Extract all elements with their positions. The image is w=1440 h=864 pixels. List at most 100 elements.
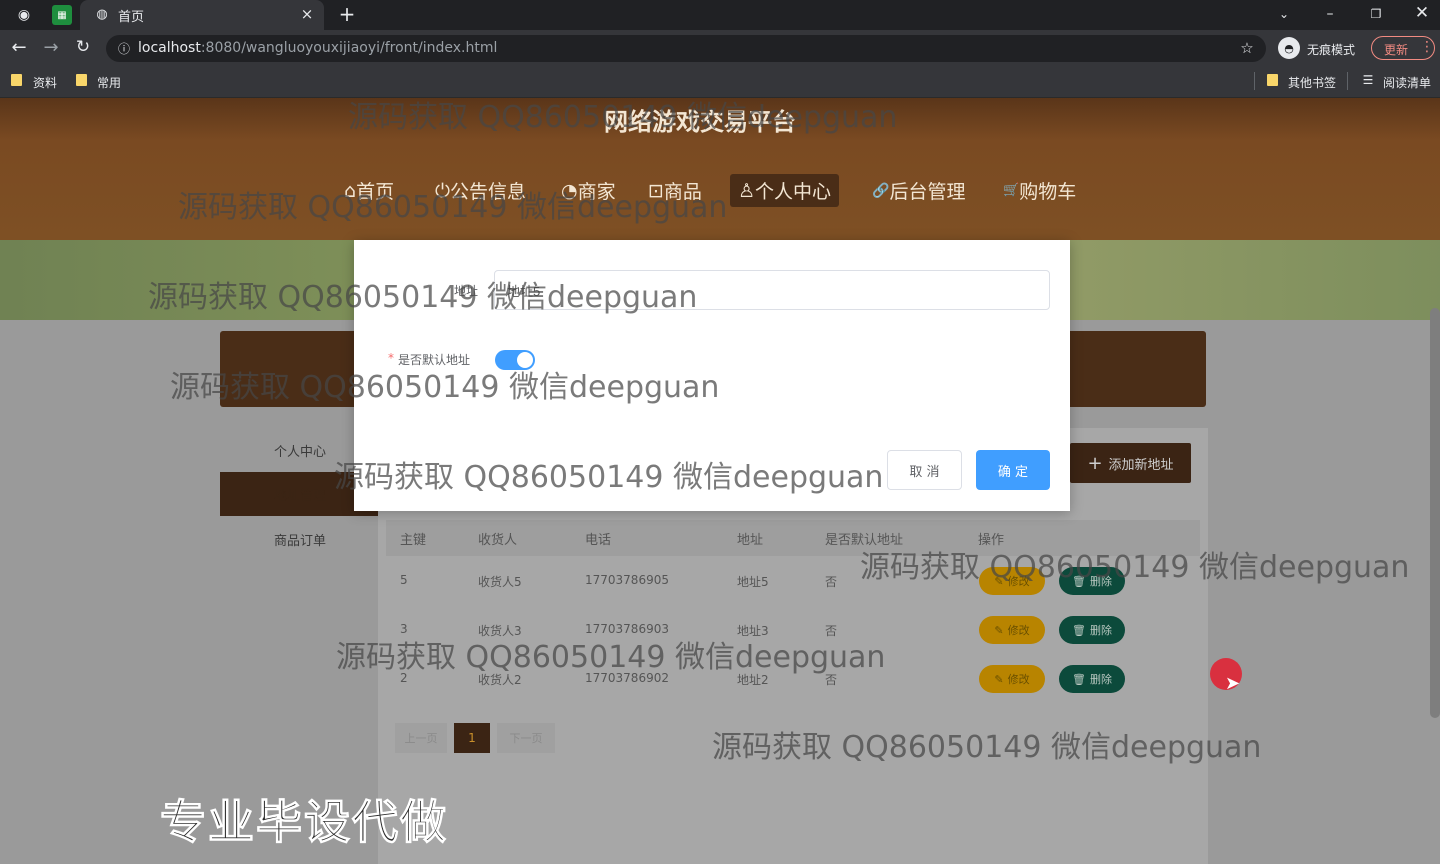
switch-knob bbox=[517, 352, 533, 368]
page-scrollbar[interactable] bbox=[1430, 308, 1440, 718]
default-field-label: 是否默认地址 bbox=[398, 353, 471, 367]
pencil-icon: ✎ bbox=[994, 574, 1004, 588]
cart-icon: 🛒 bbox=[1003, 183, 1020, 198]
restore-icon[interactable]: ❐ bbox=[1366, 4, 1386, 24]
plus-icon: + bbox=[1087, 452, 1103, 474]
sidebar-item-orders[interactable]: 商品订单 bbox=[220, 517, 380, 561]
address-dialog: 地址 * 是否默认地址 取 消 确 定 bbox=[354, 240, 1070, 511]
minimize-icon[interactable]: – bbox=[1320, 4, 1340, 24]
column-actions: 操作 bbox=[978, 533, 1005, 548]
edit-button[interactable]: ✎ 修改 bbox=[979, 616, 1045, 644]
nav-cart[interactable]: 🛒 购物车 bbox=[995, 174, 1084, 207]
user-icon: ♙ bbox=[738, 179, 756, 202]
cell-id: 2 bbox=[400, 671, 408, 685]
new-tab-icon[interactable]: + bbox=[336, 2, 358, 26]
update-button[interactable]: 更新 ⋮ bbox=[1371, 36, 1435, 60]
nav-label: 商家 bbox=[577, 181, 616, 203]
forward-icon[interactable]: → bbox=[40, 36, 62, 58]
cell-name: 收货人2 bbox=[478, 673, 522, 687]
nav-merchants[interactable]: ◔ 商家 bbox=[553, 174, 624, 207]
trash-icon: 🗑 bbox=[1072, 574, 1086, 588]
promo-caption: 专业毕设代做 bbox=[160, 795, 448, 850]
app-tab-icon[interactable]: ▦ bbox=[52, 5, 72, 25]
cell-name: 收货人5 bbox=[478, 575, 522, 589]
nav-admin[interactable]: 🔗 后台管理 bbox=[864, 174, 973, 207]
address-input[interactable] bbox=[494, 270, 1050, 310]
cell-phone: 17703786902 bbox=[585, 671, 669, 685]
delete-button[interactable]: 🗑 删除 bbox=[1059, 567, 1125, 595]
required-mark: * bbox=[388, 351, 394, 365]
divider bbox=[1347, 72, 1348, 90]
add-address-button[interactable]: + 添加新地址 bbox=[1070, 443, 1191, 483]
nav-profile[interactable]: ♙ 个人中心 bbox=[730, 174, 840, 207]
divider bbox=[1254, 72, 1255, 90]
column-id: 主键 bbox=[400, 533, 427, 548]
folder-icon bbox=[11, 74, 22, 86]
globe-icon: ◍ bbox=[96, 6, 108, 22]
reload-icon[interactable]: ↻ bbox=[72, 36, 94, 58]
trash-icon: 🗑 bbox=[1072, 672, 1086, 686]
nav-home[interactable]: ⌂ 首页 bbox=[336, 174, 402, 207]
bookmark-item-1[interactable]: 常用 bbox=[97, 74, 121, 91]
nav-notices[interactable]: ⏻ 公告信息 bbox=[427, 174, 534, 207]
pencil-icon: ✎ bbox=[994, 623, 1004, 637]
browser-menu-icon[interactable]: ◉ bbox=[14, 5, 34, 25]
column-phone: 电话 bbox=[585, 533, 612, 548]
reading-list-icon: ☰ bbox=[1362, 73, 1374, 87]
cell-phone: 17703786903 bbox=[585, 622, 669, 636]
url-path: :8080/wangluoyouxijiaoyi/front/index.htm… bbox=[200, 40, 498, 56]
delete-label: 删除 bbox=[1089, 624, 1112, 637]
browser-tab-bar: ◉ ▦ ◍ 首页 × + ⌄ – ❐ ✕ bbox=[0, 0, 1440, 30]
edit-label: 修改 bbox=[1007, 575, 1030, 588]
cell-address: 地址5 bbox=[737, 575, 769, 589]
page-viewport: 网络游戏交易平台 ⌂ 首页 ⏻ 公告信息 ◔ 商家 ⊡ 商品 ♙ 个人中心 🔗 后台管理 🛒… bbox=[0, 98, 1440, 864]
site-title: 网络游戏交易平台 bbox=[604, 108, 796, 136]
tab-title: 首页 bbox=[118, 10, 145, 25]
delete-button[interactable]: 🗑 删除 bbox=[1059, 616, 1125, 644]
cell-default: 否 bbox=[825, 575, 838, 589]
address-field-label: 地址 bbox=[454, 284, 479, 298]
bookmark-item-0[interactable]: 资料 bbox=[33, 74, 57, 91]
update-label: 更新 bbox=[1384, 43, 1409, 57]
url-host: localhost bbox=[138, 40, 201, 56]
pagination-page[interactable]: 1 bbox=[454, 723, 490, 753]
nav-label: 商品 bbox=[663, 181, 702, 203]
clock-icon: ◔ bbox=[561, 179, 578, 202]
address-bar[interactable]: ⓘ localhost:8080/wangluoyouxijiaoyi/fron… bbox=[106, 35, 1266, 62]
delete-button[interactable]: 🗑 删除 bbox=[1059, 665, 1125, 693]
default-address-switch[interactable] bbox=[495, 350, 535, 370]
cell-address: 地址3 bbox=[737, 624, 769, 638]
star-icon[interactable]: ☆ bbox=[1238, 39, 1256, 57]
column-name: 收货人 bbox=[478, 533, 518, 548]
edit-button[interactable]: ✎ 修改 bbox=[979, 665, 1045, 693]
pagination-prev[interactable]: 上一页 bbox=[395, 723, 447, 753]
close-tab-icon[interactable]: × bbox=[298, 5, 316, 23]
cell-address: 地址2 bbox=[737, 673, 769, 687]
close-window-icon[interactable]: ✕ bbox=[1412, 3, 1432, 23]
cell-default: 否 bbox=[825, 624, 838, 638]
other-bookmarks[interactable]: 其他书签 bbox=[1288, 74, 1336, 91]
folder-icon bbox=[1267, 74, 1278, 86]
back-icon[interactable]: ← bbox=[8, 36, 30, 58]
confirm-button[interactable]: 确 定 bbox=[976, 450, 1050, 490]
column-default: 是否默认地址 bbox=[825, 533, 904, 548]
cell-name: 收货人3 bbox=[478, 624, 522, 638]
add-address-label: 添加新地址 bbox=[1108, 457, 1174, 473]
pagination-next[interactable]: 下一页 bbox=[497, 723, 555, 753]
incognito-icon[interactable]: ◓ bbox=[1278, 37, 1300, 59]
product-icon: ⊡ bbox=[648, 179, 664, 202]
power-icon: ⏻ bbox=[435, 179, 451, 202]
browser-tab-home[interactable]: ◍ 首页 × bbox=[80, 0, 324, 30]
nav-products[interactable]: ⊡ 商品 bbox=[640, 174, 710, 207]
delete-label: 删除 bbox=[1089, 575, 1112, 588]
trash-icon: 🗑 bbox=[1072, 623, 1086, 637]
info-icon[interactable]: ⓘ bbox=[116, 40, 132, 56]
cancel-button[interactable]: 取 消 bbox=[887, 450, 962, 490]
folder-icon bbox=[76, 74, 87, 86]
nav-label: 个人中心 bbox=[755, 181, 832, 203]
reading-list[interactable]: 阅读清单 bbox=[1383, 74, 1431, 91]
tab-search-icon[interactable]: ⌄ bbox=[1274, 4, 1294, 24]
bookmarks-bar: 资料 常用 其他书签 ☰ 阅读清单 bbox=[0, 66, 1440, 98]
edit-button[interactable]: ✎ 修改 bbox=[979, 567, 1045, 595]
pencil-icon: ✎ bbox=[994, 672, 1004, 686]
